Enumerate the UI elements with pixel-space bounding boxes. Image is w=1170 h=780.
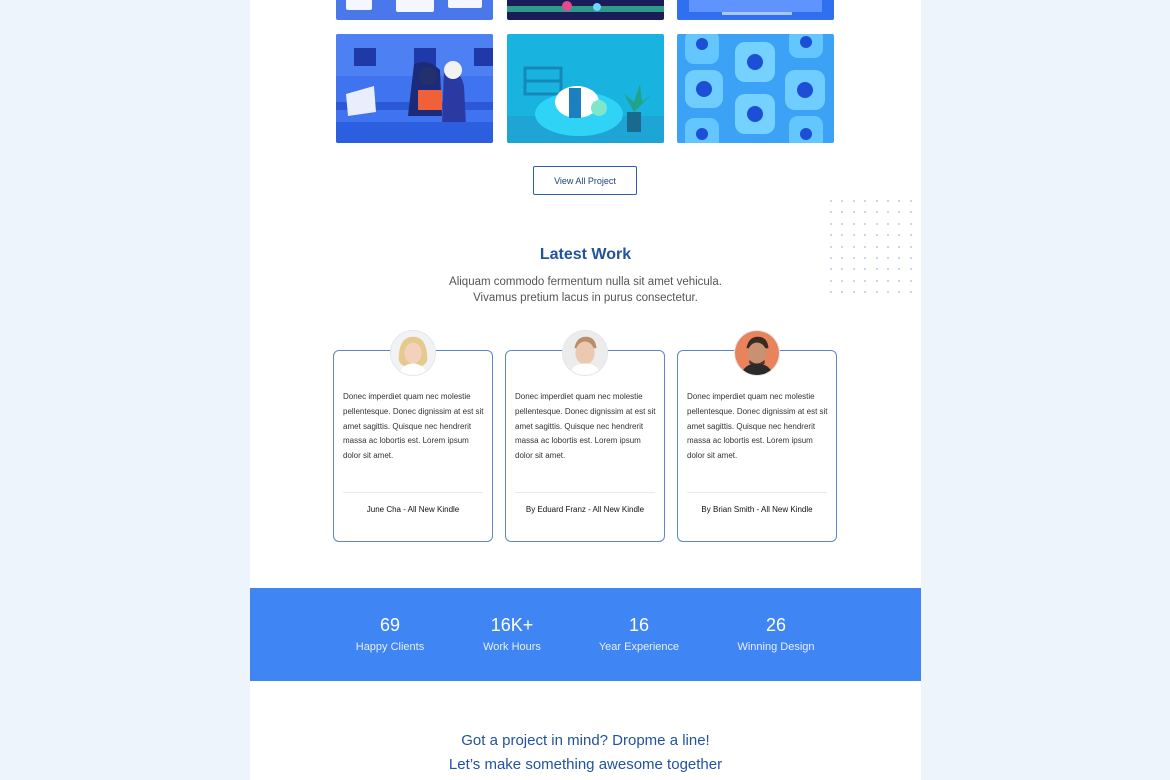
decorative-dot xyxy=(841,268,844,271)
cta-heading-line2: Let’s make something awesome together xyxy=(448,756,723,773)
decorative-dot xyxy=(887,222,889,225)
decorative-dot xyxy=(887,211,889,214)
portfolio-thumb-3[interactable] xyxy=(677,0,834,20)
portfolio-thumb-6[interactable] xyxy=(677,34,834,143)
decorative-dot xyxy=(852,222,855,225)
testimonial-card: Donec imperdiet quam nec molestie pellen… xyxy=(505,350,665,542)
decorative-dot xyxy=(830,211,832,214)
stat-value: 16K+ xyxy=(490,615,534,635)
portfolio-thumb-5[interactable] xyxy=(507,34,664,143)
decorative-dot xyxy=(875,222,878,225)
card-divider xyxy=(687,492,827,493)
decorative-dot xyxy=(830,200,832,202)
cta-heading-line1: Got a project in mind? Dropme a line! xyxy=(461,732,710,749)
decorative-dot xyxy=(864,234,867,237)
stat-label: Winning Design xyxy=(737,641,815,653)
decorative-dot xyxy=(852,268,855,271)
decorative-dot xyxy=(887,268,889,271)
decorative-dot xyxy=(898,200,901,202)
stat-label: Work Hours xyxy=(483,641,541,653)
avatar xyxy=(562,330,608,376)
decorative-dot xyxy=(887,234,889,237)
testimonial-card: Donec imperdiet quam nec molestie pellen… xyxy=(677,350,837,542)
decorative-dot xyxy=(830,222,832,225)
decorative-dot xyxy=(841,211,844,214)
decorative-dot xyxy=(864,211,867,214)
stat-happy-clients: 69 Happy Clients xyxy=(344,615,436,653)
stat-label: Year Experience xyxy=(598,641,680,653)
decorative-dot xyxy=(898,222,901,225)
decorative-dot xyxy=(852,211,855,214)
stats-band: 69 Happy Clients 16K+ Work Hours 16 Year… xyxy=(250,588,921,681)
decorative-dot xyxy=(875,268,878,271)
decorative-dot xyxy=(898,268,901,271)
decorative-dot xyxy=(841,200,844,202)
decorative-dot xyxy=(841,222,844,225)
portfolio-thumb-4[interactable] xyxy=(336,34,493,143)
card-divider xyxy=(515,492,655,493)
latest-work-title: Latest Work xyxy=(539,246,632,263)
testimonial-author: June Cha - All New Kindle xyxy=(366,505,460,514)
testimonial-author: By Eduard Franz - All New Kindle xyxy=(525,505,645,514)
portfolio-thumb-1[interactable] xyxy=(336,0,493,20)
stat-value: 26 xyxy=(765,615,787,635)
page-content: View All Project Latest Work Aliquam com… xyxy=(250,0,921,780)
decorative-dot xyxy=(841,234,844,237)
stat-label: Happy Clients xyxy=(355,641,425,653)
view-all-project-button[interactable]: View All Project xyxy=(533,166,637,195)
avatar xyxy=(390,330,436,376)
decorative-dot xyxy=(875,234,878,237)
decorative-dot xyxy=(875,200,878,202)
decorative-dot xyxy=(909,234,912,237)
portfolio-thumb-2[interactable] xyxy=(507,0,664,20)
stat-work-hours: 16K+ Work Hours xyxy=(466,615,558,653)
decorative-dot xyxy=(909,211,912,214)
avatar xyxy=(734,330,780,376)
stat-winning-design: 26 Winning Design xyxy=(720,615,832,653)
latest-work-subtitle-1: Aliquam commodo fermentum nulla sit amet… xyxy=(449,276,722,288)
decorative-dot xyxy=(864,200,867,202)
decorative-dot xyxy=(852,200,855,202)
decorative-dot xyxy=(864,222,867,225)
testimonial-text: Donec imperdiet quam nec molestie pellen… xyxy=(343,392,484,461)
decorative-dot xyxy=(898,234,901,237)
decorative-dot xyxy=(909,268,912,271)
decorative-dot xyxy=(864,268,867,271)
testimonial-author: By Brian Smith - All New Kindle xyxy=(701,505,813,514)
stat-year-experience: 16 Year Experience xyxy=(587,615,691,653)
testimonial-text: Donec imperdiet quam nec molestie pellen… xyxy=(515,392,656,461)
decorative-dot xyxy=(909,200,912,202)
testimonial-card: Donec imperdiet quam nec molestie pellen… xyxy=(333,350,493,542)
stat-value: 16 xyxy=(628,615,650,635)
card-divider xyxy=(343,492,483,493)
decorative-dot xyxy=(852,234,855,237)
decorative-dot xyxy=(898,211,901,214)
decorative-dot xyxy=(909,222,912,225)
stat-value: 69 xyxy=(379,615,401,635)
testimonial-text: Donec imperdiet quam nec molestie pellen… xyxy=(687,392,828,461)
decorative-dot xyxy=(830,234,832,237)
latest-work-subtitle-2: Vivamus pretium lacus in purus consectet… xyxy=(473,292,698,304)
decorative-dot xyxy=(887,200,889,202)
decorative-dot xyxy=(830,268,832,271)
decorative-dot xyxy=(875,211,878,214)
